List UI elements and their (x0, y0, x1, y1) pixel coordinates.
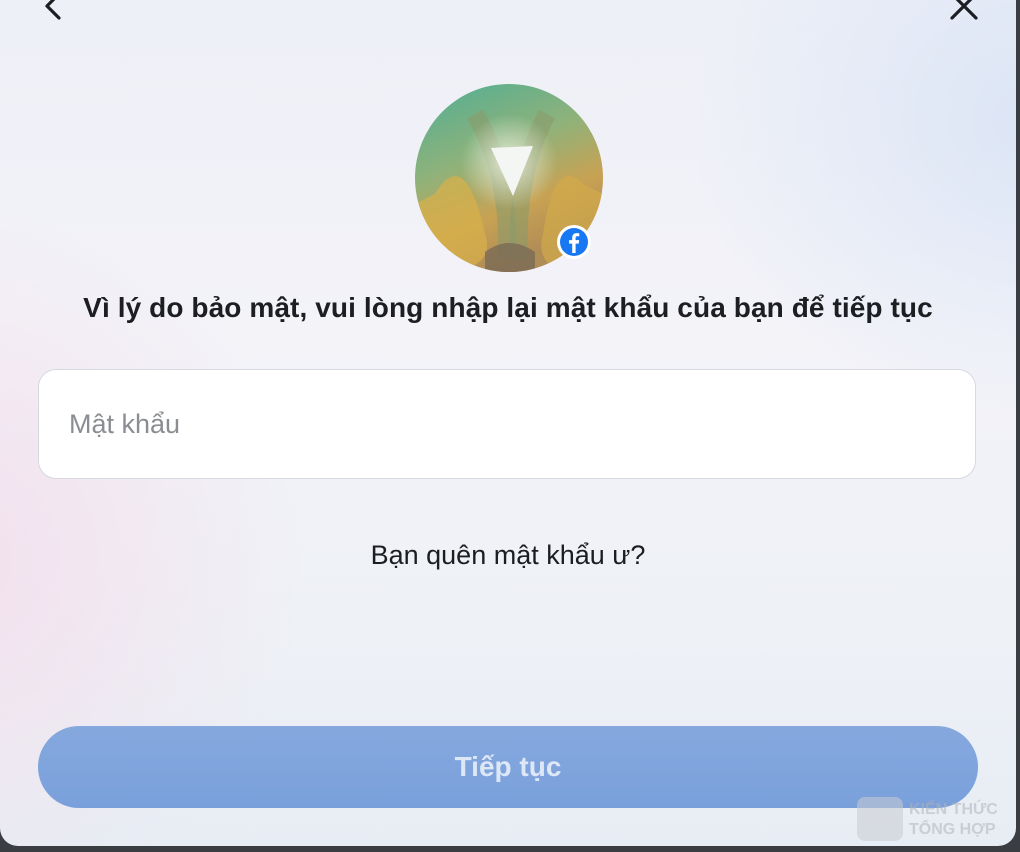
facebook-icon (569, 233, 580, 253)
reauth-dialog: Vì lý do bảo mật, vui lòng nhập lại mật … (0, 0, 1016, 846)
password-input[interactable] (69, 370, 949, 478)
forgot-password-link[interactable]: Bạn quên mật khẩu ư? (0, 540, 1016, 571)
close-button[interactable] (944, 0, 984, 26)
facebook-badge (557, 225, 591, 259)
watermark-logo (857, 797, 903, 841)
watermark: KIẾN THỨC TỔNG HỢP (857, 795, 1016, 845)
watermark-line-2: TỔNG HỢP (909, 821, 996, 838)
watermark-line-1: KIẾN THỨC (909, 801, 998, 818)
back-button[interactable] (34, 0, 74, 26)
close-icon (950, 0, 978, 20)
continue-button[interactable]: Tiếp tục (38, 726, 978, 808)
profile-avatar (415, 84, 603, 272)
password-field[interactable] (38, 369, 976, 479)
chevron-left-icon (45, 0, 61, 20)
security-prompt-heading: Vì lý do bảo mật, vui lòng nhập lại mật … (83, 292, 933, 323)
